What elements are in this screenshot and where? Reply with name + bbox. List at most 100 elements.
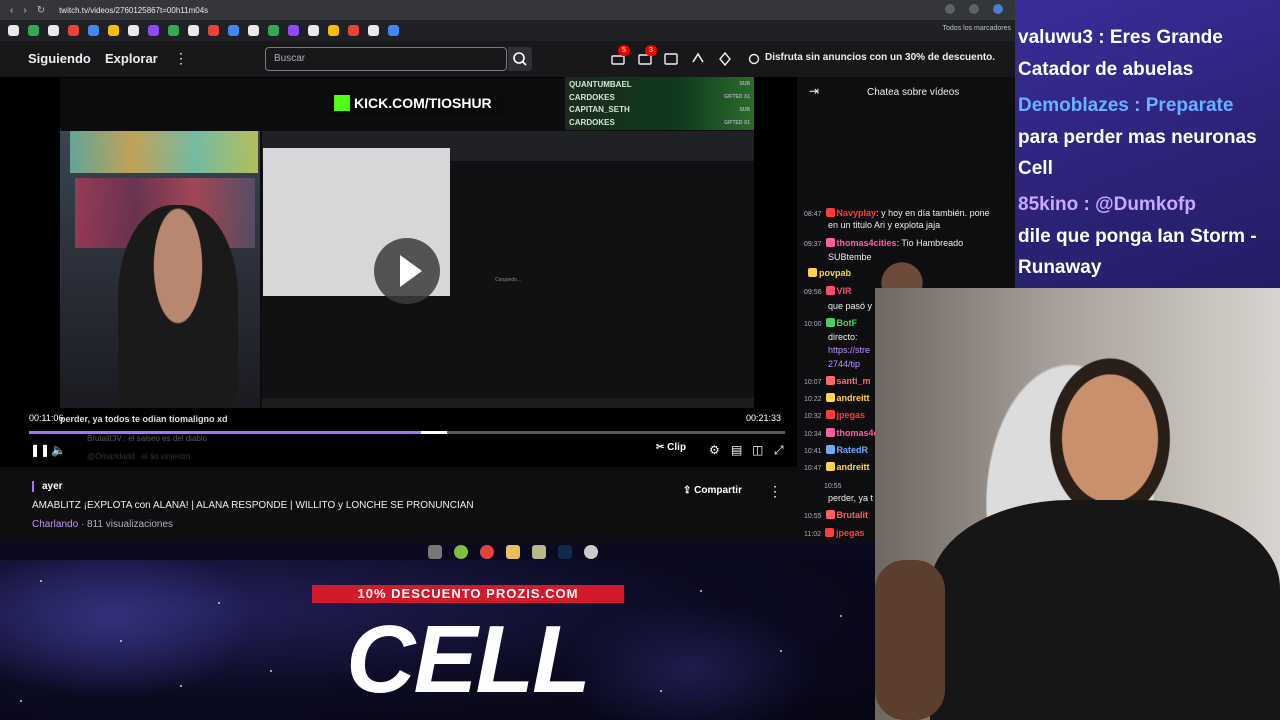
bookmark-icon[interactable]	[248, 25, 259, 36]
bookmark-icon[interactable]	[128, 25, 139, 36]
settings-gear-icon[interactable]: ⚙	[709, 443, 720, 457]
bookmark-icon[interactable]	[8, 25, 19, 36]
chat-username[interactable]: andreitt	[837, 462, 870, 472]
bookmark-icon[interactable]	[348, 25, 359, 36]
bookmark-icon[interactable]	[68, 25, 79, 36]
search-icon	[513, 52, 527, 66]
extension-icon[interactable]	[945, 4, 955, 14]
seek-bar[interactable]	[29, 431, 785, 434]
app-icon[interactable]	[584, 545, 598, 559]
chat-text: 2744/tip	[828, 359, 861, 369]
bookmark-icon[interactable]	[48, 25, 59, 36]
chat-badge-icon	[825, 376, 835, 385]
cast-icon[interactable]: ▤	[731, 443, 742, 457]
chat-username[interactable]: andreitt	[837, 393, 870, 403]
finder-icon[interactable]	[428, 545, 442, 559]
overlay-chat-line: Catador de abuelas	[1018, 59, 1194, 80]
chat-text: https://stre	[828, 345, 871, 355]
volume-icon[interactable]: 🔈	[51, 443, 66, 457]
chat-message: 09:37 thomas4cities: Tio Hambreado	[804, 237, 1014, 251]
video-meta: Charlando · 811 visualizaciones	[32, 519, 173, 530]
chat-timestamp: 08:47	[804, 211, 822, 218]
streamer-body	[930, 500, 1280, 720]
overlay-chat-line: para perder mas neuronas	[1018, 127, 1257, 148]
photoshop-icon[interactable]	[558, 545, 572, 559]
chat-username[interactable]: Navyplay	[837, 208, 877, 218]
bookmark-icon[interactable]	[208, 25, 219, 36]
seek-bar-progress	[29, 431, 421, 434]
more-options-icon[interactable]: ⋮	[174, 50, 188, 67]
chat-username[interactable]: jpegas	[837, 410, 866, 420]
chat-text: directo:	[828, 332, 858, 342]
app-icon[interactable]	[454, 545, 468, 559]
bookmark-icon[interactable]	[308, 25, 319, 36]
theatre-mode-icon[interactable]: ◫	[752, 443, 763, 457]
bookmark-icon[interactable]	[188, 25, 199, 36]
bookmark-icon[interactable]	[168, 25, 179, 36]
bookmark-icon[interactable]	[288, 25, 299, 36]
bookmark-star-icon[interactable]	[969, 4, 979, 14]
seek-bar-buffer	[420, 431, 448, 434]
pause-button[interactable]: ❚❚	[30, 443, 50, 457]
chat-username[interactable]: thomas4cities	[837, 238, 897, 248]
chat-username[interactable]: jpegas	[836, 528, 865, 538]
chat-badge-icon	[825, 445, 835, 454]
bookmark-icon[interactable]	[88, 25, 99, 36]
mac-dock	[420, 542, 610, 562]
fullscreen-icon[interactable]: ⤢	[774, 443, 784, 458]
inbox-badge: 3	[645, 45, 657, 56]
chat-username[interactable]: santi_m	[837, 376, 871, 386]
chat-username[interactable]: povpab	[819, 268, 851, 278]
overlay-chat-line: Demoblazes : Preparate	[1018, 95, 1234, 116]
turbo-promo-link[interactable]: Disfruta sin anuncios con un 30% de desc…	[765, 52, 995, 63]
forward-icon[interactable]: ›	[23, 5, 26, 16]
search-button[interactable]	[508, 47, 532, 71]
chat-badge-icon	[825, 528, 834, 537]
bookmark-icon[interactable]	[368, 25, 379, 36]
bookmark-icon[interactable]	[328, 25, 339, 36]
bookmark-icon[interactable]	[268, 25, 279, 36]
chat-timestamp: 10:47	[804, 465, 822, 472]
chat-username[interactable]: VIR	[837, 286, 852, 296]
stream-chat-overlay-line: perder, ya todos te odian tiomaligno xd	[60, 414, 228, 424]
chrome-icon[interactable]	[480, 545, 494, 559]
sub-alert-tag: SUB	[739, 107, 750, 113]
share-button[interactable]: ⇪ Compartir	[683, 485, 742, 496]
app-icon[interactable]	[532, 545, 546, 559]
bookmark-icon[interactable]	[228, 25, 239, 36]
clip-button[interactable]: ✂ Clip	[656, 442, 686, 458]
chat-badge-icon	[825, 462, 835, 471]
bookmark-icon[interactable]	[388, 25, 399, 36]
bookmark-icon[interactable]	[148, 25, 159, 36]
shelf-figures	[70, 131, 258, 173]
chat-badge-icon	[825, 410, 835, 419]
search-input[interactable]: Buscar	[265, 47, 507, 71]
chat-badge-icon	[825, 238, 835, 247]
back-icon[interactable]: ‹	[10, 5, 13, 16]
address-bar[interactable]: ‹ › ↻ twitch.tv/videos/2760125867t=00h11…	[0, 0, 1015, 20]
explore-link[interactable]: Explorar	[105, 51, 158, 66]
chat-username[interactable]: Brutalit	[837, 510, 869, 520]
prime-icon[interactable]	[690, 51, 706, 67]
folder-icon[interactable]	[506, 545, 520, 559]
bits-icon[interactable]	[717, 51, 733, 67]
chat-timestamp: 10:41	[804, 448, 822, 455]
chat-username[interactable]: RatedR	[837, 445, 869, 455]
turbo-icon	[748, 52, 760, 65]
all-bookmarks-label[interactable]: Todos los marcadores	[943, 25, 1011, 32]
sub-alert-tag: SUB	[739, 81, 750, 87]
bookmark-icon[interactable]	[28, 25, 39, 36]
chat-badge-icon	[825, 393, 835, 402]
sub-alert-name: CAPITAN_SETH	[569, 105, 630, 114]
reload-icon[interactable]: ↻	[37, 5, 45, 16]
whispers-icon[interactable]	[663, 51, 679, 67]
category-link[interactable]: Charlando	[32, 519, 78, 530]
url-text[interactable]: twitch.tv/videos/2760125867t=00h11m04s	[59, 6, 208, 15]
profile-avatar-icon[interactable]	[993, 4, 1003, 14]
following-link[interactable]: Siguiendo	[28, 51, 91, 66]
embedded-play-button	[374, 238, 440, 304]
bookmark-icon[interactable]	[108, 25, 119, 36]
more-actions-icon[interactable]: ⋮	[768, 483, 782, 500]
collapse-chat-icon[interactable]: ⇥	[809, 84, 819, 98]
chat-username[interactable]: BotF	[837, 318, 858, 328]
